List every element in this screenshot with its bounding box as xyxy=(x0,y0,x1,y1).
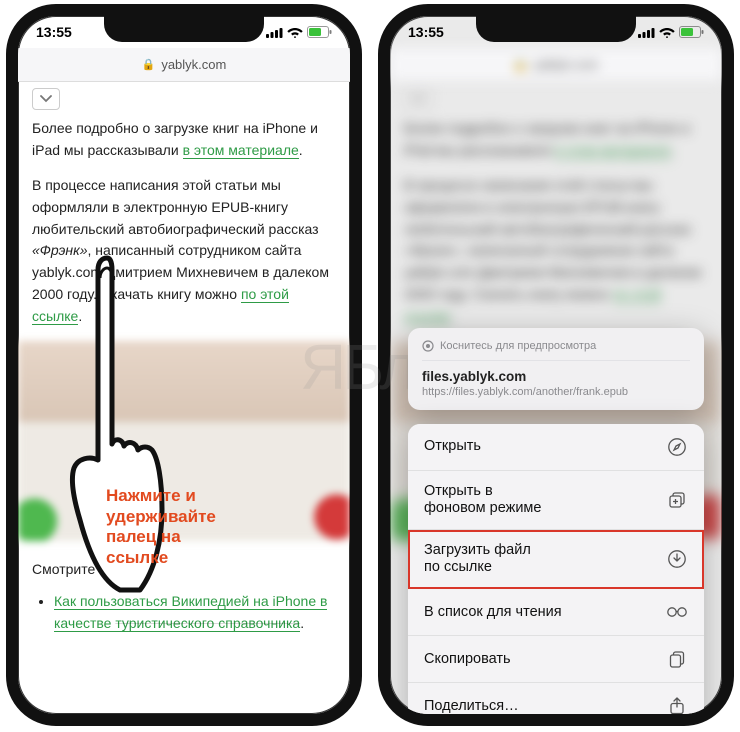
cellular-icon xyxy=(638,27,655,38)
url-bar[interactable]: 🔒 yablyk.com xyxy=(18,48,350,82)
collapse-toggle[interactable] xyxy=(32,88,60,110)
menu-open-background[interactable]: Открыть вфоновом режиме xyxy=(408,471,704,530)
menu-reading-list[interactable]: В список для чтения xyxy=(408,589,704,636)
preview-url: https://files.yablyk.com/another/frank.e… xyxy=(422,386,690,398)
menu-share[interactable]: Поделиться… xyxy=(408,683,704,726)
glasses-icon xyxy=(666,601,688,623)
paragraph-1: Более подробно о загрузке книг на iPhone… xyxy=(32,118,336,161)
eye-icon xyxy=(422,340,434,352)
menu-copy[interactable]: Скопировать xyxy=(408,636,704,683)
battery-icon xyxy=(307,26,332,38)
download-icon xyxy=(666,548,688,570)
lock-icon: 🔒 xyxy=(142,58,156,71)
chevron-down-icon xyxy=(40,95,52,103)
status-time: 13:55 xyxy=(36,24,72,40)
notch xyxy=(476,14,636,42)
instruction-callout: Нажмите и удерживайте палец на ссылке xyxy=(106,486,216,569)
preview-domain: files.yablyk.com xyxy=(422,369,690,384)
menu-open[interactable]: Открыть xyxy=(408,424,704,471)
battery-icon xyxy=(679,26,704,38)
preview-hint: Коснитесь для предпросмотра xyxy=(422,340,690,361)
status-time: 13:55 xyxy=(408,24,444,40)
stack-plus-icon xyxy=(666,489,688,511)
menu-download-link[interactable]: Загрузить файлпо ссылке xyxy=(408,530,704,589)
phone-right: 13:55 🔒 yablyk.com Более подробно о загр… xyxy=(378,4,734,726)
status-icons xyxy=(266,26,332,38)
context-menu: Открыть Открыть вфоновом режиме Загрузит… xyxy=(408,424,704,726)
cellular-icon xyxy=(266,27,283,38)
notch xyxy=(104,14,264,42)
url-bar: 🔒 yablyk.com xyxy=(390,48,722,82)
copy-icon xyxy=(666,648,688,670)
link-preview-card[interactable]: Коснитесь для предпросмотра files.yablyk… xyxy=(408,328,704,410)
compass-icon xyxy=(666,436,688,458)
phone-left: 13:55 🔒 yablyk.com Более подробно о загр… xyxy=(6,4,362,726)
status-icons xyxy=(638,26,704,38)
link-material[interactable]: в этом материале xyxy=(183,142,299,159)
wifi-icon xyxy=(659,26,675,38)
lock-icon: 🔒 xyxy=(514,58,528,71)
share-icon xyxy=(666,695,688,717)
url-domain: yablyk.com xyxy=(161,57,226,72)
wifi-icon xyxy=(287,26,303,38)
url-domain: yablyk.com xyxy=(533,57,598,72)
